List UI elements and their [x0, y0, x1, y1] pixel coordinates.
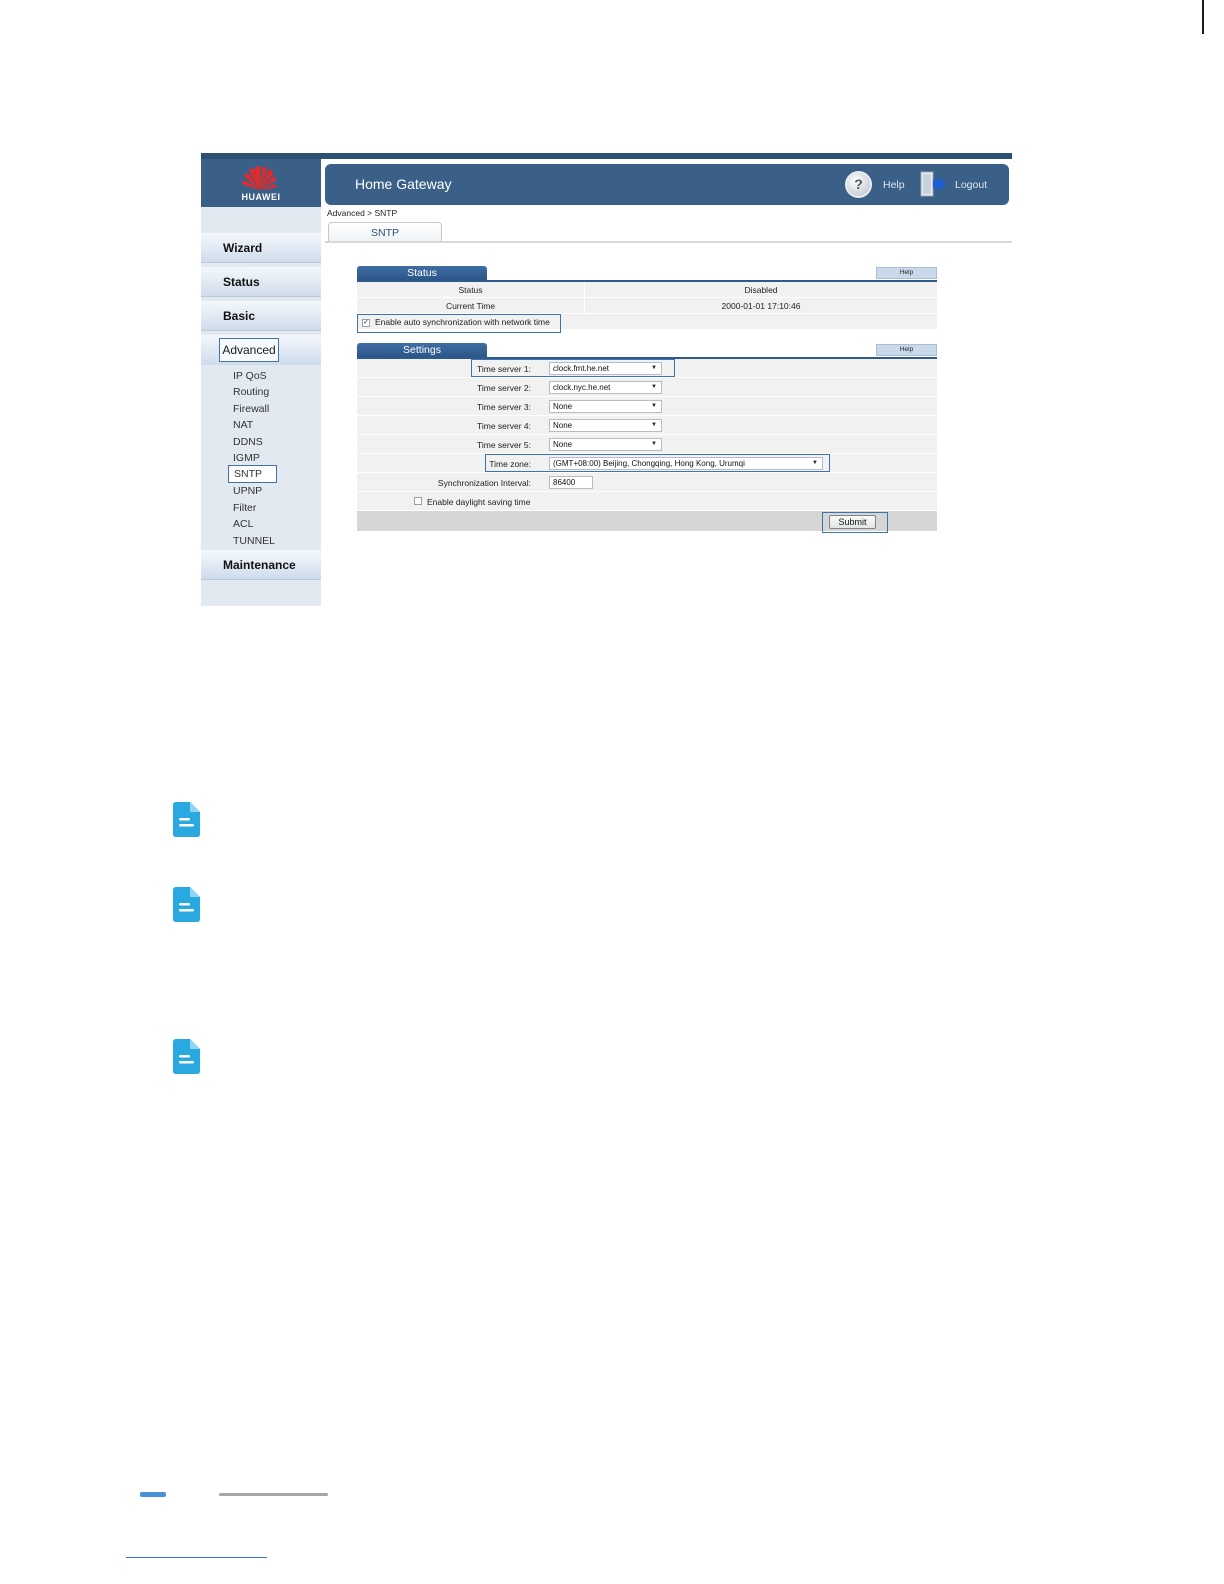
app-header: Home Gateway ? Help Logout [325, 164, 1009, 205]
time-server-4-value: None [553, 421, 573, 430]
status-row: Status Disabled [357, 282, 937, 298]
breadcrumb: Advanced > SNTP [327, 208, 398, 218]
subnav-acl[interactable]: ACL [233, 516, 253, 532]
status-help-button[interactable]: Help [876, 267, 937, 279]
time-server-3-row: Time server 3: None ▼ [357, 397, 937, 416]
time-server-2-label: Time server 2: [476, 383, 531, 393]
tab-underline [325, 241, 1012, 243]
help-link[interactable]: Help [883, 179, 905, 191]
time-server-1-highlight [471, 359, 675, 377]
document-note-icon [173, 887, 200, 922]
nav-basic[interactable]: Basic [201, 301, 321, 331]
subnav-firewall[interactable]: Firewall [233, 401, 269, 417]
settings-help-button[interactable]: Help [876, 344, 937, 356]
time-server-5-row: Time server 5: None ▼ [357, 435, 937, 454]
current-time-row: Current Time 2000-01-01 17:10:46 [357, 298, 937, 314]
subnav-igmp[interactable]: IGMP [233, 450, 260, 466]
nav-status[interactable]: Status [201, 267, 321, 297]
top-accent-bar [201, 153, 1012, 159]
footer-divider [219, 1493, 328, 1496]
caret-down-icon: ▼ [651, 384, 657, 390]
footer-accent-mark [140, 1492, 166, 1497]
question-circle-icon[interactable]: ? [845, 171, 872, 198]
router-admin-screenshot: HUAWEI Wizard Status Basic Advanced IP Q… [201, 153, 1012, 606]
current-time-value: 2000-01-01 17:10:46 [721, 300, 801, 311]
subnav-routing[interactable]: Routing [233, 384, 269, 400]
sidebar: HUAWEI Wizard Status Basic Advanced IP Q… [201, 159, 321, 606]
auto-sync-checkbox[interactable]: ✓ [362, 319, 370, 327]
settings-panel-title: Settings [357, 343, 487, 358]
timezone-select[interactable]: (GMT+08:00) Beijing, Chongqing, Hong Kon… [549, 457, 823, 470]
auto-sync-row: ✓ Enable auto synchronization with netwo… [357, 314, 937, 333]
subnav-sntp[interactable]: SNTP [228, 465, 277, 483]
sync-interval-row: Synchronization Interval: 86400 [357, 473, 937, 492]
status-value: Disabled [744, 284, 778, 295]
timezone-value: (GMT+08:00) Beijing, Chongqing, Hong Kon… [553, 459, 745, 468]
document-note-icon [173, 802, 200, 837]
brand-logo: HUAWEI [201, 159, 321, 207]
nav-advanced-row: Advanced [201, 335, 321, 365]
time-server-2-value: clock.nyc.he.net [553, 383, 611, 392]
document-note-icon [173, 1039, 200, 1074]
submit-button[interactable]: Submit [829, 515, 876, 529]
status-panel-title: Status [357, 266, 487, 281]
nav-wizard[interactable]: Wizard [201, 233, 321, 263]
brand-name: HUAWEI [241, 192, 281, 202]
huawei-logo-icon [242, 166, 277, 190]
sync-interval-label: Synchronization Interval: [437, 478, 531, 488]
time-server-5-label: Time server 5: [476, 440, 531, 450]
submit-bar: Submit [357, 511, 937, 533]
time-server-4-row: Time server 4: None ▼ [357, 416, 937, 435]
footer-link-underline[interactable] [126, 1557, 267, 1558]
caret-down-icon: ▼ [651, 441, 657, 447]
caret-down-icon: ▼ [651, 403, 657, 409]
caret-down-icon: ▼ [812, 460, 818, 466]
logout-door-icon[interactable] [919, 171, 947, 197]
nav-advanced[interactable]: Advanced [219, 338, 279, 362]
current-time-label: Current Time [445, 300, 496, 311]
time-server-2-row: Time server 2: clock.nyc.he.net ▼ [357, 378, 937, 397]
page-edge-rule [1202, 0, 1204, 34]
status-panel: Status Help Status Disabled Current Time… [357, 266, 937, 333]
settings-panel: Settings Help Time server 1: clock.fmt.h… [357, 343, 937, 533]
dst-row: Enable daylight saving time [357, 492, 937, 511]
time-server-4-label: Time server 4: [476, 421, 531, 431]
subnav-upnp[interactable]: UPNP [233, 483, 262, 499]
subnav-filter[interactable]: Filter [233, 500, 256, 516]
time-server-4-select[interactable]: None ▼ [549, 419, 662, 432]
nav-maintenance[interactable]: Maintenance [201, 550, 321, 580]
caret-down-icon: ▼ [651, 422, 657, 428]
sync-interval-input[interactable]: 86400 [549, 476, 593, 489]
time-server-5-select[interactable]: None ▼ [549, 438, 662, 451]
timezone-row: Time zone: (GMT+08:00) Beijing, Chongqin… [357, 454, 937, 473]
time-server-1-row: Time server 1: clock.fmt.he.net ▼ [357, 359, 937, 378]
dst-checkbox[interactable] [414, 497, 422, 505]
dst-label: Enable daylight saving time [427, 497, 531, 507]
subnav-ddns[interactable]: DDNS [233, 434, 263, 450]
time-server-3-value: None [553, 402, 573, 411]
tab-sntp[interactable]: SNTP [328, 222, 442, 242]
subnav-ip-qos[interactable]: IP QoS [233, 368, 267, 384]
logout-link[interactable]: Logout [955, 179, 987, 191]
auto-sync-label: Enable auto synchronization with network… [375, 317, 550, 327]
time-server-3-label: Time server 3: [476, 402, 531, 412]
subnav-tunnel[interactable]: TUNNEL [233, 533, 275, 549]
time-server-5-value: None [553, 440, 573, 449]
time-server-2-select[interactable]: clock.nyc.he.net ▼ [549, 381, 662, 394]
time-server-3-select[interactable]: None ▼ [549, 400, 662, 413]
subnav-nat[interactable]: NAT [233, 417, 253, 433]
status-label: Status [458, 284, 483, 295]
app-title: Home Gateway [355, 176, 452, 192]
timezone-label: Time zone: [489, 459, 531, 469]
